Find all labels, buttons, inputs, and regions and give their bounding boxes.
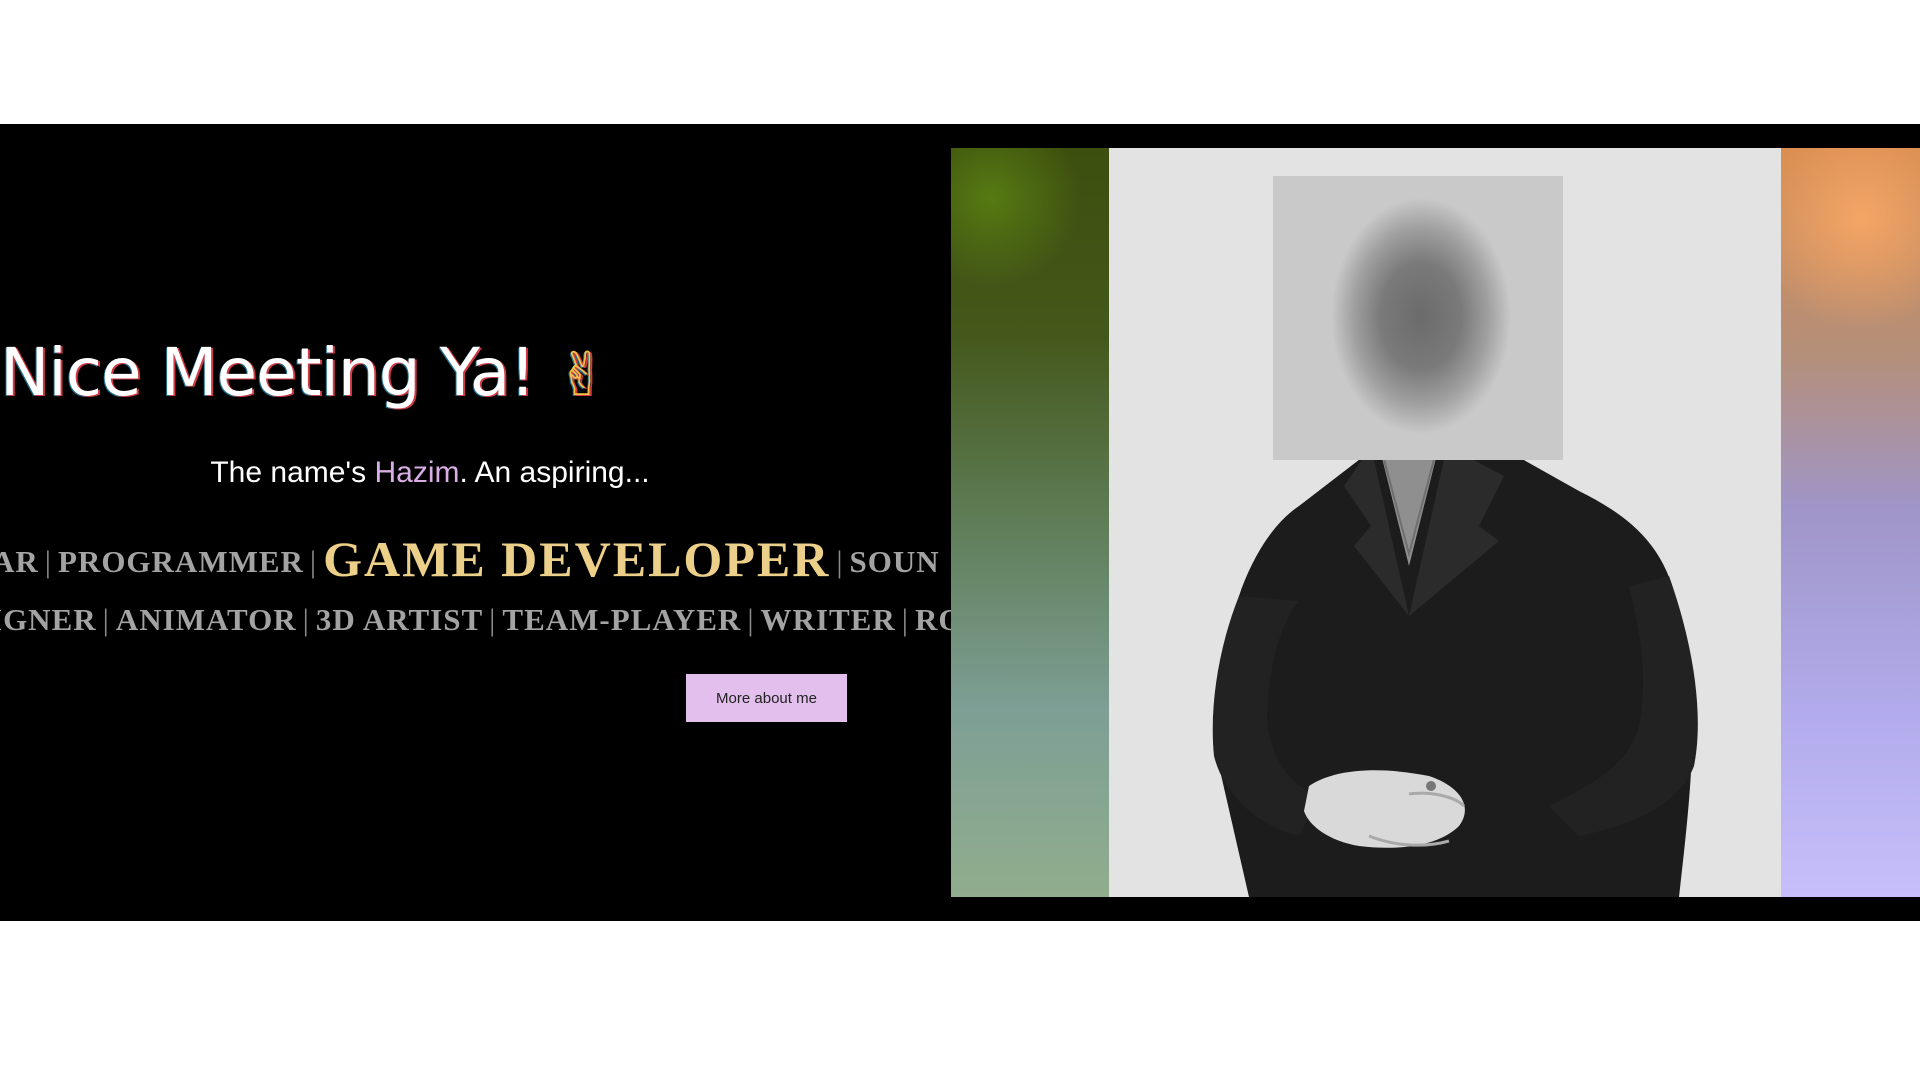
- photo-gallery: [951, 148, 1920, 897]
- intro-suffix: . An aspiring...: [459, 456, 650, 489]
- roles-ticker-row-2: IGNER | ANIMATOR | 3D ARTIST | TEAM-PLAYER | WRI…: [0, 590, 951, 650]
- role-item: WRITER: [760, 602, 896, 637]
- role-item: PROGRAMMER: [58, 544, 304, 579]
- role-item: RO: [914, 602, 951, 637]
- role-item: TEAM-PLAYER: [502, 602, 742, 637]
- role-separator: |: [489, 602, 497, 637]
- more-about-me-button[interactable]: More about me: [686, 674, 847, 722]
- roles-ticker-row-1-track: AR | PROGRAMMER | GAME DEVELOPER | SOUN: [0, 524, 940, 594]
- hero-section: Nice Meeting Ya! ✌ The name's Hazim. An a…: [0, 124, 1920, 921]
- headline-text: Nice Meeting Ya!: [0, 334, 536, 411]
- victory-hand-icon: ✌: [556, 340, 607, 410]
- role-separator: |: [302, 602, 310, 637]
- role-separator: |: [836, 544, 844, 579]
- intro-name: Hazim: [374, 456, 460, 489]
- blurred-face-icon: [1273, 176, 1563, 460]
- roles-ticker-row-1: AR | PROGRAMMER | GAME DEVELOPER | SOUN: [0, 524, 951, 594]
- role-item: ANIMATOR: [115, 602, 297, 637]
- role-separator: |: [747, 602, 755, 637]
- hero-text-area: Nice Meeting Ya! ✌ The name's Hazim. An a…: [0, 124, 951, 921]
- hero-headline: Nice Meeting Ya! ✌: [0, 334, 607, 411]
- role-item: AR: [0, 544, 39, 579]
- role-separator: |: [901, 602, 909, 637]
- intro-line: The name's Hazim. An aspiring...: [0, 456, 860, 490]
- roles-ticker-row-2-track: IGNER | ANIMATOR | 3D ARTIST | TEAM-PLAYER | WRI…: [0, 590, 951, 650]
- role-item: IGNER: [0, 602, 97, 637]
- gallery-slide-previous[interactable]: [951, 148, 1109, 897]
- role-separator: |: [309, 544, 318, 579]
- gallery-slide-current[interactable]: [1109, 148, 1781, 897]
- role-item: SOUN: [849, 544, 940, 579]
- intro-prefix: The name's: [210, 456, 375, 489]
- role-separator: |: [44, 544, 52, 579]
- role-item-highlighted: GAME DEVELOPER: [323, 531, 831, 587]
- role-separator: |: [102, 602, 110, 637]
- gallery-slide-next[interactable]: [1781, 148, 1920, 897]
- role-item: 3D ARTIST: [315, 602, 484, 637]
